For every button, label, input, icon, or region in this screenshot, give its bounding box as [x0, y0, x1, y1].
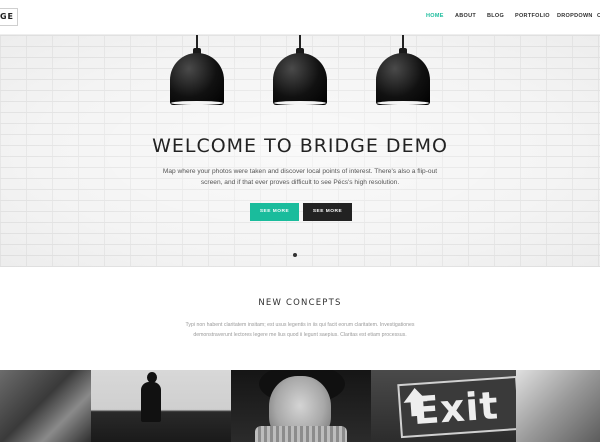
- main-navigation: HOME ABOUT BLOG PORTFOLIO DROPDOWN C: [0, 13, 600, 23]
- nav-item-dropdown[interactable]: DROPDOWN: [557, 13, 593, 19]
- nav-item-blog[interactable]: BLOG: [487, 13, 504, 19]
- portfolio-item-image[interactable]: Exit: [371, 370, 516, 442]
- slider-pagination-dot[interactable]: [293, 253, 297, 257]
- site-header: GE HOME ABOUT BLOG PORTFOLIO DROPDOWN C: [0, 0, 600, 35]
- hero-description: Map where your photos were taken and dis…: [162, 168, 438, 186]
- portfolio-item-image[interactable]: [516, 370, 600, 442]
- nav-item-portfolio[interactable]: PORTFOLIO: [515, 13, 550, 19]
- nav-item-about[interactable]: ABOUT: [455, 13, 476, 19]
- see-more-button-secondary[interactable]: SEE MORE: [303, 203, 352, 221]
- cyclist-silhouette-image: [135, 370, 165, 442]
- portfolio-strip: Exit: [0, 370, 600, 442]
- exit-sign-text: Exit: [411, 383, 501, 434]
- portfolio-item-image[interactable]: [231, 370, 371, 442]
- pendant-lamp-icon: [169, 35, 225, 107]
- hero-title: WELCOME TO BRIDGE DEMO: [152, 135, 448, 157]
- pendant-lamp-icon: [375, 35, 431, 107]
- nav-item-home[interactable]: HOME: [426, 13, 444, 19]
- hero-slider: WELCOME TO BRIDGE DEMO Map where your ph…: [0, 35, 600, 267]
- section-description: Typi non habent claritatem insitam; est …: [185, 322, 415, 338]
- see-more-button-primary[interactable]: SEE MORE: [250, 203, 299, 221]
- pendant-lamp-icon: [272, 35, 328, 107]
- portfolio-item-image[interactable]: [91, 370, 231, 442]
- exit-sign-image: Exit: [397, 375, 516, 439]
- section-title: NEW CONCEPTS: [258, 298, 342, 308]
- portfolio-item-image[interactable]: [0, 370, 91, 442]
